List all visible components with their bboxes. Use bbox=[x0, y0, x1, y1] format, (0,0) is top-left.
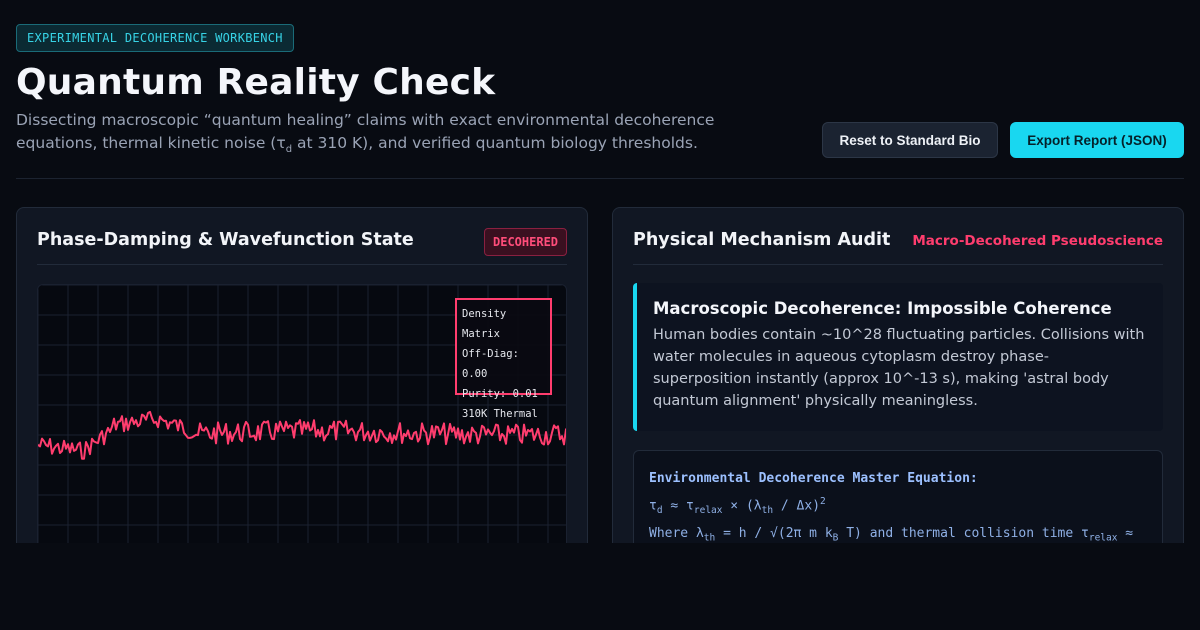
matrix-line-title: Density Matrix bbox=[462, 308, 507, 340]
workbench-tag: EXPERIMENTAL DECOHERENCE WORKBENCH bbox=[16, 24, 294, 52]
density-matrix-readout: Density Matrix Off-Diag: 0.00 Purity: 0.… bbox=[455, 298, 552, 420]
phase-damping-plot: Density Matrix Off-Diag: 0.00 Purity: 0.… bbox=[37, 284, 567, 584]
matrix-line-thermal: 310K Thermal bbox=[462, 408, 538, 420]
verdict-label: Macro-Decohered Pseudoscience bbox=[912, 233, 1163, 249]
bottom-cutoff bbox=[0, 543, 1200, 630]
decoherence-callout: Macroscopic Decoherence: Impossible Cohe… bbox=[633, 283, 1163, 431]
wavefunction-panel-title: Phase-Damping & Wavefunction State bbox=[37, 230, 414, 250]
page-title: Quantum Reality Check bbox=[16, 62, 496, 103]
equation-heading: Environmental Decoherence Master Equatio… bbox=[649, 471, 978, 486]
matrix-line-offdiag: Off-Diag: 0.00 bbox=[462, 348, 519, 380]
mechanism-audit-panel: Physical Mechanism Audit Macro-Decohered… bbox=[612, 207, 1184, 570]
wavefunction-panel: Phase-Damping & Wavefunction State DECOH… bbox=[16, 207, 588, 584]
export-json-button[interactable]: Export Report (JSON) bbox=[1010, 122, 1184, 158]
panel-divider bbox=[37, 264, 567, 265]
callout-title: Macroscopic Decoherence: Impossible Cohe… bbox=[653, 299, 1112, 318]
header-divider bbox=[16, 178, 1184, 179]
callout-body: Human bodies contain ~10^28 fluctuating … bbox=[653, 327, 1145, 409]
decohered-badge: DECOHERED bbox=[484, 228, 568, 256]
panel-divider bbox=[633, 264, 1163, 265]
equation-line-1: τd ≈ τrelax × (λth / Δx)2 bbox=[649, 496, 826, 516]
reset-button[interactable]: Reset to Standard Bio bbox=[822, 122, 998, 158]
page-subtitle: Dissecting macroscopic “quantum healing”… bbox=[16, 111, 715, 156]
matrix-line-purity: Purity: 0.01 bbox=[462, 388, 538, 400]
audit-panel-title: Physical Mechanism Audit bbox=[633, 230, 891, 250]
